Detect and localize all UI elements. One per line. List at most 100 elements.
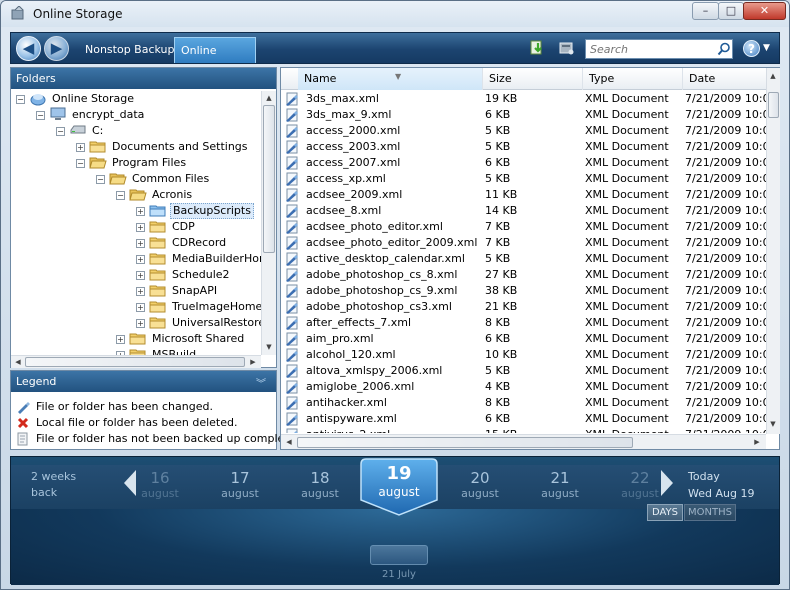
tab-nonstop-backup[interactable]: Nonstop Backup	[79, 37, 181, 63]
legend-header[interactable]: Legend ︾	[11, 371, 276, 392]
file-list-vertical-scrollbar[interactable]: ▲ ▼	[766, 68, 780, 434]
file-row[interactable]: amiglobe_2006.xml 4 KB XML Document 7/21/20…	[281, 379, 766, 395]
expand-icon[interactable]: +	[136, 303, 145, 312]
scroll-thumb[interactable]	[297, 437, 633, 448]
file-row[interactable]: antispyware.xml 6 KB XML Document 7/21/2009…	[281, 411, 766, 427]
tree-node-label: TrueImageHome	[172, 300, 261, 313]
file-row[interactable]: access_xp.xml 5 KB XML Document 7/21/2009 1…	[281, 171, 766, 187]
scroll-down-icon[interactable]: ▼	[263, 341, 275, 353]
file-row[interactable]: alcohol_120.xml 10 KB XML Document 7/21/200…	[281, 347, 766, 363]
scroll-right-icon[interactable]: ▶	[751, 436, 763, 448]
tree-node-label: Common Files	[132, 172, 210, 185]
file-list-horizontal-scrollbar[interactable]: ◀ ▶	[281, 434, 766, 449]
file-row[interactable]: 3ds_max_9.xml 6 KB XML Document 7/21/2009 1…	[281, 107, 766, 123]
minimize-button[interactable]: –	[692, 2, 719, 20]
file-row[interactable]: altova_xmlspy_2006.xml 5 KB XML Document 7/…	[281, 363, 766, 379]
forward-button[interactable]: ▶	[44, 36, 69, 61]
file-row[interactable]: aim_pro.xml 6 KB XML Document 7/21/2009 10:…	[281, 331, 766, 347]
scroll-down-icon[interactable]: ▼	[767, 418, 779, 430]
timeline-day-20[interactable]: 20 august	[450, 469, 510, 500]
scroll-up-icon[interactable]: ▲	[263, 92, 275, 104]
help-menu-chevron-icon[interactable]: ▼	[763, 43, 770, 53]
column-header-type[interactable]: Type	[583, 68, 683, 90]
tab-online-storage[interactable]: Online Storage	[174, 37, 256, 83]
collapse-icon[interactable]: −	[76, 159, 85, 168]
help-icon[interactable]: ?	[743, 40, 760, 57]
file-row[interactable]: after_effects_7.xml 8 KB XML Document 7/21/…	[281, 315, 766, 331]
title-bar[interactable]: Online Storage – □ ✕	[1, 1, 789, 27]
expand-icon[interactable]: +	[136, 271, 145, 280]
expand-icon[interactable]: +	[136, 255, 145, 264]
collapse-icon[interactable]: −	[36, 111, 45, 120]
timeline-next-arrow-icon[interactable]	[660, 469, 674, 497]
two-weeks-back-button[interactable]: 2 weeks back	[31, 469, 101, 501]
scroll-thumb[interactable]	[25, 357, 245, 367]
xml-file-icon	[286, 92, 298, 106]
collapse-icon[interactable]: −	[56, 127, 65, 136]
expand-icon[interactable]: +	[116, 335, 125, 344]
today-label[interactable]: Today	[688, 469, 720, 485]
months-view-button[interactable]: MONTHS	[684, 504, 736, 521]
scroll-left-icon[interactable]: ◀	[283, 436, 295, 448]
drive-settings-icon[interactable]	[559, 40, 575, 56]
day-month: august	[378, 485, 420, 499]
expand-icon[interactable]: +	[136, 319, 145, 328]
scroll-thumb[interactable]	[768, 92, 779, 118]
file-row[interactable]: acdsee_photo_editor.xml 7 KB XML Document 7…	[281, 219, 766, 235]
expand-icon[interactable]: +	[136, 287, 145, 296]
file-row[interactable]: adobe_photoshop_cs_8.xml 27 KB XML Documen…	[281, 267, 766, 283]
file-row[interactable]: acdsee_8.xml 14 KB XML Document 7/21/2009 1…	[281, 203, 766, 219]
file-size: 8 KB	[485, 396, 511, 409]
timeline-day-17[interactable]: 17 august	[210, 469, 270, 500]
file-row[interactable]: 3ds_max.xml 19 KB XML Document 7/21/2009 10…	[281, 91, 766, 107]
column-header-name[interactable]: Name ▼	[298, 68, 483, 90]
file-row[interactable]: adobe_photoshop_cs_9.xml 38 KB XML Documen…	[281, 283, 766, 299]
collapse-icon[interactable]: −	[116, 191, 125, 200]
file-row[interactable]: adobe_photoshop_cs3.xml 21 KB XML Document…	[281, 299, 766, 315]
folder-tree-vertical-scrollbar[interactable]: ▲ ▼	[261, 91, 276, 355]
day-number: 18	[310, 469, 330, 487]
scroll-thumb[interactable]	[263, 105, 275, 253]
file-date: 7/21/2009 10:05	[685, 92, 766, 105]
maximize-button[interactable]: □	[718, 2, 744, 20]
xml-file-icon	[286, 252, 298, 266]
file-row[interactable]: antihacker.xml 8 KB XML Document 7/21/2009 …	[281, 395, 766, 411]
expand-icon[interactable]: +	[136, 207, 145, 216]
file-row[interactable]: access_2003.xml 5 KB XML Document 7/21/2009…	[281, 139, 766, 155]
file-date: 7/21/2009 10:02	[685, 204, 766, 217]
file-row[interactable]: antivirus_2.xml 15 KB XML Document 7/21/200…	[281, 427, 766, 433]
collapse-icon[interactable]: −	[16, 95, 25, 104]
download-icon[interactable]	[530, 40, 546, 56]
timeline-day-21[interactable]: 21 august	[530, 469, 590, 500]
close-button[interactable]: ✕	[743, 2, 786, 20]
scroll-right-icon[interactable]: ▶	[247, 356, 259, 368]
scroll-left-icon[interactable]: ◀	[12, 356, 24, 368]
timeline-day-19-selected[interactable]: 19 august	[360, 463, 438, 499]
expand-icon[interactable]: +	[136, 223, 145, 232]
collapse-icon[interactable]: −	[96, 175, 105, 184]
backup-version-marker[interactable]	[370, 545, 428, 565]
file-row[interactable]: access_2000.xml 5 KB XML Document 7/21/2009…	[281, 123, 766, 139]
file-row[interactable]: acdsee_2009.xml 11 KB XML Document 7/21/200…	[281, 187, 766, 203]
collapse-chevron-icon[interactable]: ︾	[254, 374, 268, 390]
timeline-day-18[interactable]: 18 august	[290, 469, 350, 500]
column-header-date[interactable]: Date	[683, 68, 766, 90]
days-view-button[interactable]: DAYS	[647, 504, 683, 521]
timeline-day-16[interactable]: 16 august	[130, 469, 190, 500]
search-input[interactable]	[585, 39, 733, 59]
xml-file-icon	[286, 300, 298, 314]
main-window: Online Storage – □ ✕ ◀ ▶ Nonstop Backup …	[0, 0, 790, 590]
folder-tree-horizontal-scrollbar[interactable]: ◀ ▶	[11, 355, 261, 368]
scroll-up-icon[interactable]: ▲	[767, 70, 779, 82]
file-row[interactable]: access_2007.xml 6 KB XML Document 7/21/2009…	[281, 155, 766, 171]
column-header-size[interactable]: Size	[483, 68, 583, 90]
file-row[interactable]: acdsee_photo_editor_2009.xml 7 KB XML Docu…	[281, 235, 766, 251]
folder-icon	[149, 285, 166, 297]
file-type: XML Document	[585, 140, 669, 153]
expand-icon[interactable]: +	[136, 239, 145, 248]
search-icon[interactable]	[717, 42, 731, 56]
expand-icon[interactable]: +	[76, 143, 85, 152]
file-row[interactable]: active_desktop_calendar.xml 5 KB XML Docum…	[281, 251, 766, 267]
tree-node-label: Microsoft Shared	[152, 332, 245, 345]
back-button[interactable]: ◀	[16, 36, 41, 61]
